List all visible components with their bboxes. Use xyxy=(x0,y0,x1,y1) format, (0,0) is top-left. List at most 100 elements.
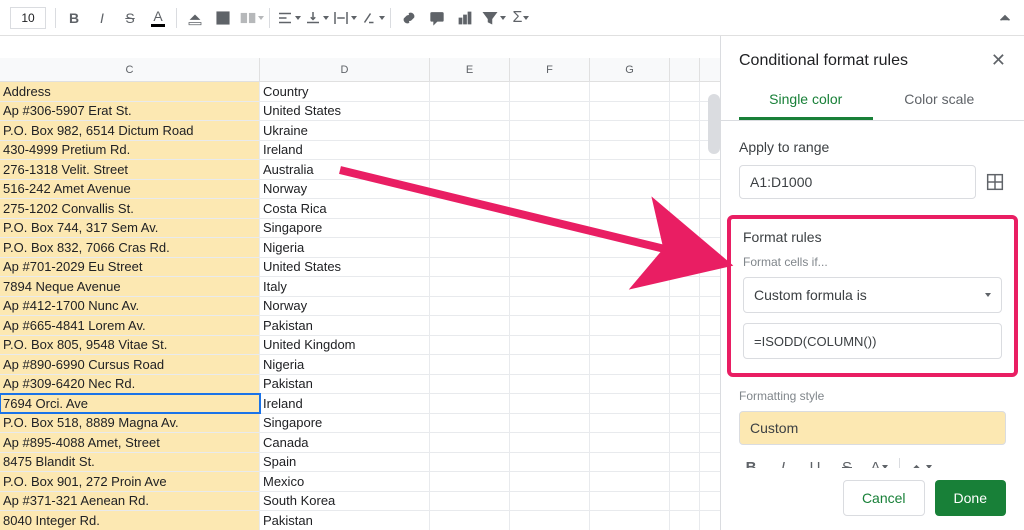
col-header[interactable]: C xyxy=(0,58,260,81)
cell[interactable]: Mexico xyxy=(260,472,430,491)
cell[interactable]: South Korea xyxy=(260,492,430,511)
cell[interactable]: Spain xyxy=(260,453,430,472)
cell[interactable]: Ap #895-4088 Amet, Street xyxy=(0,433,260,452)
filter-button[interactable] xyxy=(480,5,506,31)
table-row[interactable]: Ap #412-1700 Nunc Av.Norway xyxy=(0,297,720,317)
cell[interactable] xyxy=(590,316,670,335)
cell[interactable] xyxy=(430,199,510,218)
table-row[interactable]: P.O. Box 805, 9548 Vitae St.United Kingd… xyxy=(0,336,720,356)
cell[interactable]: 8475 Blandit St. xyxy=(0,453,260,472)
cell[interactable] xyxy=(590,180,670,199)
cell[interactable] xyxy=(590,219,670,238)
table-row[interactable]: 7694 Orci. AveIreland xyxy=(0,394,720,414)
cell[interactable] xyxy=(590,141,670,160)
table-row[interactable]: P.O. Box 901, 272 Proin AveMexico xyxy=(0,472,720,492)
style-underline-button[interactable]: U xyxy=(803,455,827,468)
cell[interactable]: P.O. Box 901, 272 Proin Ave xyxy=(0,472,260,491)
text-wrap-button[interactable] xyxy=(331,5,357,31)
cell[interactable] xyxy=(430,219,510,238)
font-size-input[interactable]: 10 xyxy=(10,7,46,29)
cell[interactable] xyxy=(590,453,670,472)
style-bold-button[interactable]: B xyxy=(739,455,763,468)
cell[interactable] xyxy=(510,219,590,238)
cell[interactable] xyxy=(430,511,510,530)
cell[interactable] xyxy=(510,453,590,472)
cell[interactable]: P.O. Box 982, 6514 Dictum Road xyxy=(0,121,260,140)
cancel-button[interactable]: Cancel xyxy=(843,480,925,516)
style-text-color-button[interactable]: A xyxy=(867,455,891,468)
cell[interactable] xyxy=(590,336,670,355)
select-range-icon[interactable] xyxy=(984,171,1006,193)
cell[interactable] xyxy=(590,414,670,433)
cell[interactable] xyxy=(670,121,700,140)
col-header[interactable]: G xyxy=(590,58,670,81)
cell[interactable] xyxy=(670,141,700,160)
cell[interactable]: Ireland xyxy=(260,141,430,160)
cell[interactable]: Ukraine xyxy=(260,121,430,140)
cell[interactable] xyxy=(670,492,700,511)
merge-cells-button[interactable] xyxy=(238,5,264,31)
cell[interactable]: Address xyxy=(0,82,260,101)
cell[interactable]: P.O. Box 518, 8889 Magna Av. xyxy=(0,414,260,433)
table-row[interactable]: Ap #890-6990 Cursus RoadNigeria xyxy=(0,355,720,375)
cell[interactable] xyxy=(430,82,510,101)
cell[interactable] xyxy=(510,180,590,199)
cell[interactable] xyxy=(510,160,590,179)
cell[interactable] xyxy=(590,258,670,277)
italic-button[interactable]: I xyxy=(89,5,115,31)
cell[interactable] xyxy=(590,297,670,316)
cell[interactable] xyxy=(670,316,700,335)
cell[interactable] xyxy=(510,316,590,335)
condition-dropdown[interactable]: Custom formula is xyxy=(743,277,1002,313)
cell[interactable] xyxy=(670,433,700,452)
cell[interactable] xyxy=(670,277,700,296)
cell[interactable]: Ap #665-4841 Lorem Av. xyxy=(0,316,260,335)
formula-input[interactable]: =ISODD(COLUMN()) xyxy=(743,323,1002,359)
cell[interactable] xyxy=(670,199,700,218)
cell[interactable] xyxy=(590,199,670,218)
tab-color-scale[interactable]: Color scale xyxy=(873,81,1007,120)
cell[interactable]: 516-242 Amet Avenue xyxy=(0,180,260,199)
done-button[interactable]: Done xyxy=(935,480,1006,516)
cell[interactable] xyxy=(510,102,590,121)
cell[interactable]: 430-4999 Pretium Rd. xyxy=(0,141,260,160)
cell[interactable] xyxy=(430,277,510,296)
cell[interactable] xyxy=(510,121,590,140)
cell[interactable] xyxy=(430,102,510,121)
cell[interactable] xyxy=(430,238,510,257)
cell[interactable] xyxy=(510,492,590,511)
cell[interactable] xyxy=(430,472,510,491)
cell[interactable] xyxy=(590,277,670,296)
cell[interactable]: Ap #701-2029 Eu Street xyxy=(0,258,260,277)
cell[interactable] xyxy=(670,82,700,101)
cell[interactable] xyxy=(590,472,670,491)
table-row[interactable]: 516-242 Amet AvenueNorway xyxy=(0,180,720,200)
cell[interactable] xyxy=(510,511,590,530)
cell[interactable] xyxy=(670,453,700,472)
cell[interactable] xyxy=(510,375,590,394)
table-row[interactable]: Ap #306-5907 Erat St.United States xyxy=(0,102,720,122)
insert-link-button[interactable] xyxy=(396,5,422,31)
vertical-align-button[interactable] xyxy=(303,5,329,31)
table-row[interactable]: Ap #701-2029 Eu StreetUnited States xyxy=(0,258,720,278)
cell[interactable] xyxy=(670,238,700,257)
cell[interactable]: Norway xyxy=(260,297,430,316)
cell[interactable] xyxy=(430,453,510,472)
cell[interactable] xyxy=(670,258,700,277)
cell[interactable] xyxy=(670,355,700,374)
style-fill-color-button[interactable] xyxy=(908,455,932,468)
cell[interactable] xyxy=(430,316,510,335)
cell[interactable] xyxy=(590,511,670,530)
cell[interactable]: United States xyxy=(260,102,430,121)
text-rotation-button[interactable] xyxy=(359,5,385,31)
table-row[interactable]: 276-1318 Velit. StreetAustralia xyxy=(0,160,720,180)
cell[interactable] xyxy=(670,160,700,179)
table-row[interactable]: P.O. Box 744, 317 Sem Av.Singapore xyxy=(0,219,720,239)
cell[interactable] xyxy=(590,433,670,452)
cell[interactable] xyxy=(510,472,590,491)
cell[interactable] xyxy=(590,102,670,121)
cell[interactable] xyxy=(430,355,510,374)
cell[interactable] xyxy=(430,180,510,199)
cell[interactable] xyxy=(430,297,510,316)
insert-comment-button[interactable] xyxy=(424,5,450,31)
